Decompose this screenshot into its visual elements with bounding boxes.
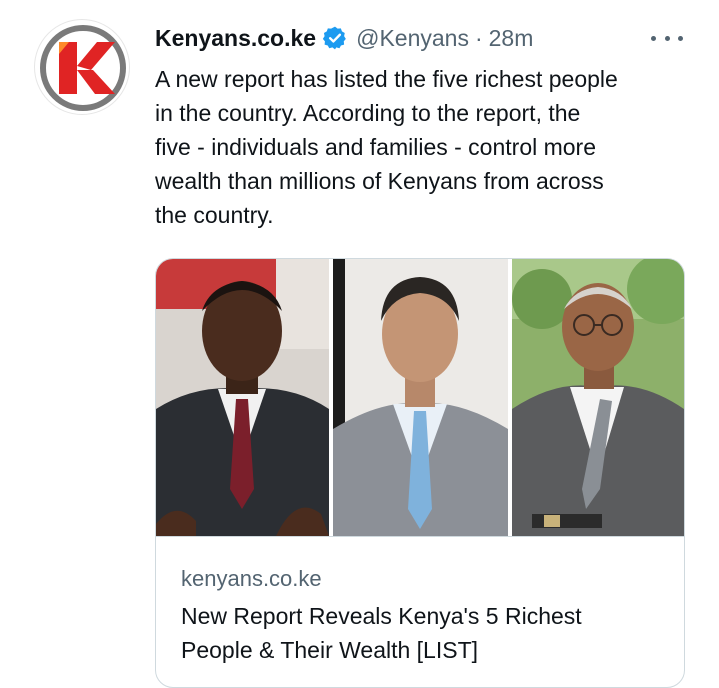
more-options-icon[interactable] [651, 26, 683, 50]
link-preview-card[interactable]: kenyans.co.ke New Report Reveals Kenya's… [155, 258, 685, 688]
card-image[interactable] [156, 259, 684, 537]
card-domain: kenyans.co.ke [181, 566, 322, 591]
card-title: New Report Reveals Kenya's 5 Richest Peo… [181, 603, 582, 663]
separator-dot: · [474, 24, 483, 51]
author-name[interactable]: Kenyans.co.ke [155, 25, 316, 52]
tweet-timestamp[interactable]: 28m [489, 25, 534, 52]
card-photo-middle [333, 259, 508, 536]
verified-badge-icon [322, 25, 348, 51]
kenyans-logo-icon [40, 25, 126, 111]
card-photo-right [512, 259, 684, 536]
tweet-text: A new report has listed the five richest… [155, 66, 618, 228]
card-meta[interactable]: kenyans.co.ke New Report Reveals Kenya's… [181, 565, 664, 667]
tweet-header: Kenyans.co.ke @Kenyans · 28m [155, 22, 533, 54]
author-handle[interactable]: @Kenyans [356, 25, 469, 52]
avatar[interactable] [34, 19, 130, 115]
card-photo-left [156, 259, 329, 536]
